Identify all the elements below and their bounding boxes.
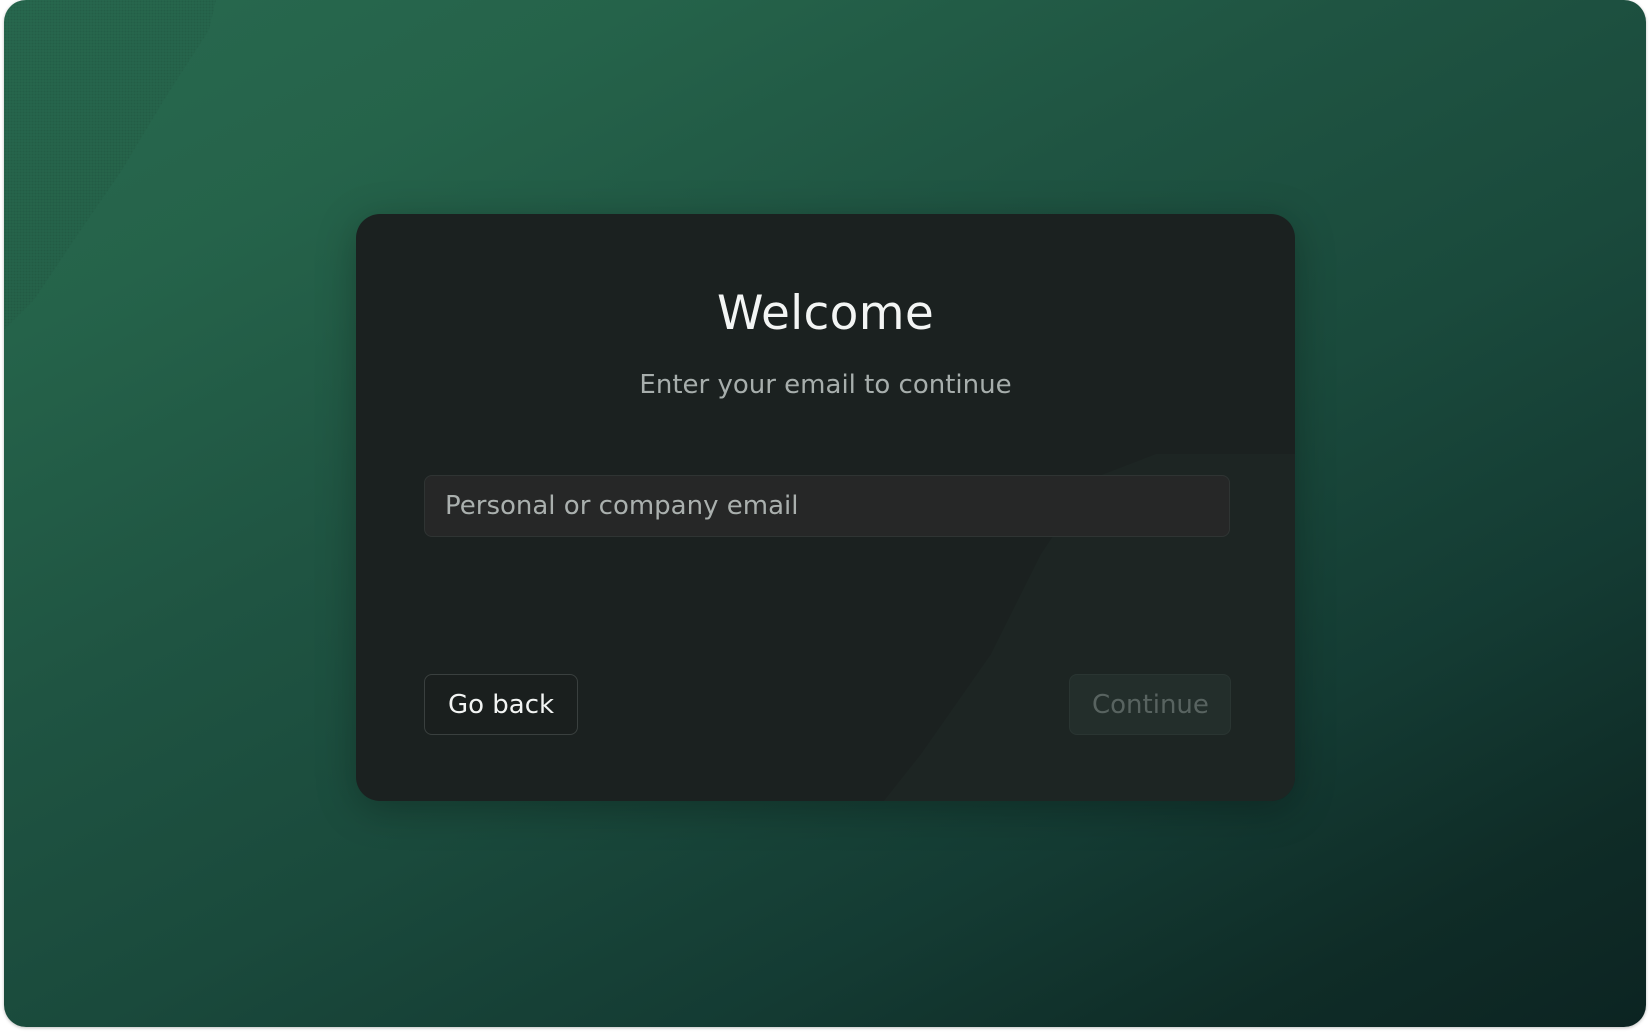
go-back-button[interactable]: Go back [424, 674, 578, 735]
corner-texture [4, 0, 216, 330]
login-card: Welcome Enter your email to continue Go … [356, 214, 1295, 801]
continue-button[interactable]: Continue [1069, 674, 1231, 735]
app-window: Welcome Enter your email to continue Go … [4, 0, 1646, 1027]
page-subtitle: Enter your email to continue [639, 370, 1012, 400]
email-input[interactable] [424, 475, 1230, 537]
page-title: Welcome [716, 286, 935, 341]
